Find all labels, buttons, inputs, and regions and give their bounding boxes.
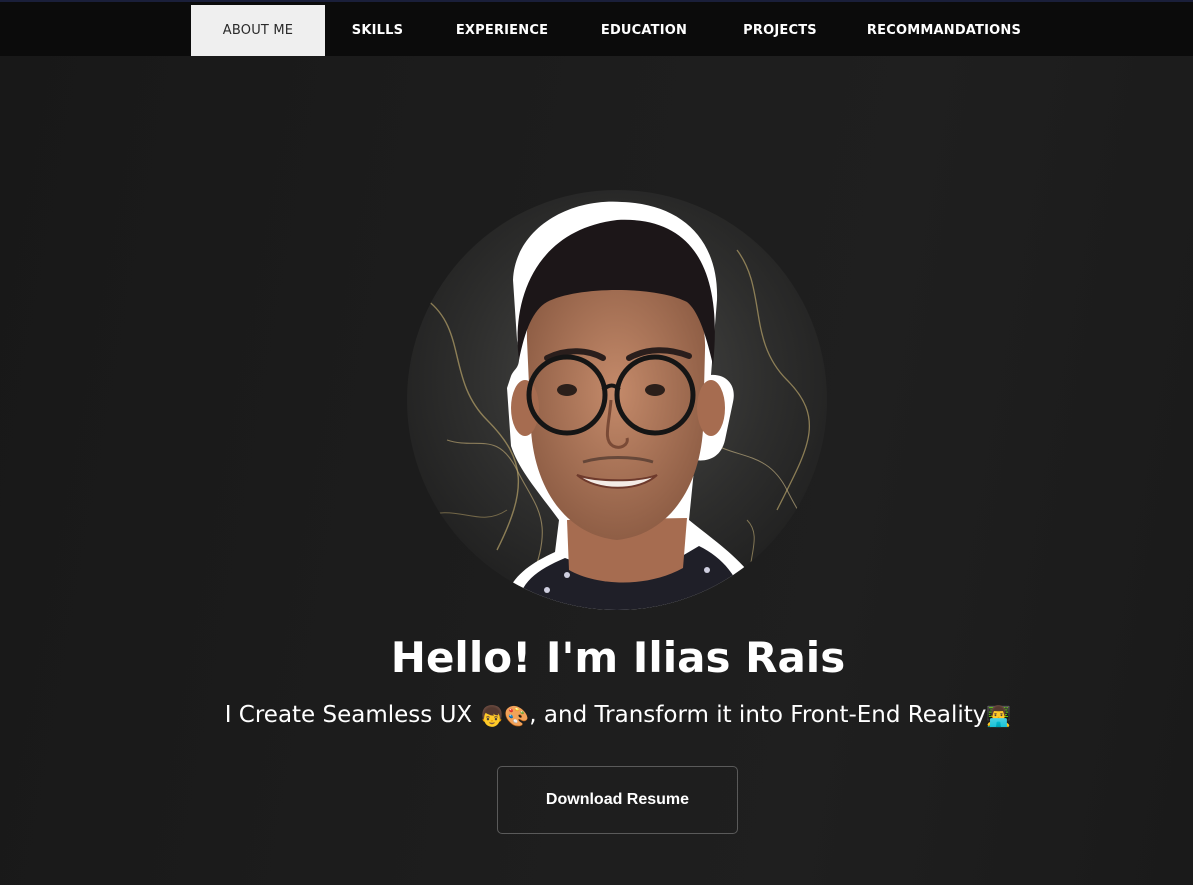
nav-item-education[interactable]: EDUCATION — [590, 5, 698, 56]
download-resume-button[interactable]: Download Resume — [497, 766, 738, 834]
technologist-emoji-icon: 👨‍💻 — [986, 704, 1012, 728]
navbar-top-border — [0, 0, 1193, 2]
nav-item-experience[interactable]: EXPERIENCE — [446, 5, 558, 56]
profile-avatar — [407, 190, 827, 610]
tagline-text-part2: , and Transform it into Front-End Realit… — [529, 702, 987, 728]
nav-item-recommandations[interactable]: RECOMMANDATIONS — [862, 5, 1026, 56]
portfolio-page: ABOUT ME SKILLS EXPERIENCE EDUCATION PRO… — [0, 0, 1193, 885]
hero-tagline: I Create Seamless UX 👦🎨, and Transform i… — [0, 698, 1193, 733]
nav-item-projects[interactable]: PROJECTS — [730, 5, 830, 56]
palette-emoji-icon: 🎨 — [504, 704, 530, 728]
nav-item-about-me[interactable]: ABOUT ME — [191, 5, 325, 56]
hero-greeting: Hello! I'm Ilias Rais — [390, 633, 846, 682]
tagline-text-part1: I Create Seamless UX — [224, 702, 480, 728]
profile-photo-image — [407, 190, 827, 610]
top-navbar: ABOUT ME SKILLS EXPERIENCE EDUCATION PRO… — [0, 0, 1193, 56]
boy-emoji-icon: 👦 — [479, 704, 505, 728]
nav-item-skills[interactable]: SKILLS — [340, 5, 415, 56]
